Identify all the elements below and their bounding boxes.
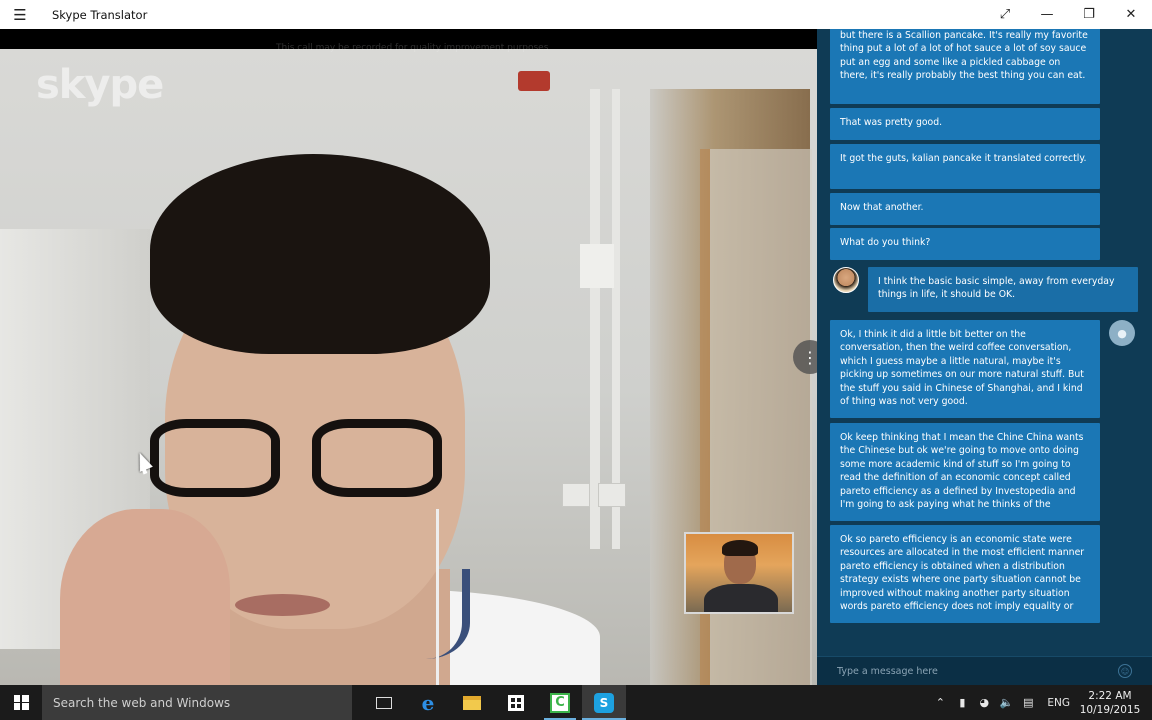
windows-taskbar: e C S ⌃ ▮ ◕ 🔈 ▤ ENG 2:22 AM 10/19/2015 — [0, 685, 1152, 720]
message-bubble-incoming: It got the guts, kalian pancake it trans… — [830, 144, 1100, 189]
volume-icon[interactable]: 🔈 — [995, 685, 1017, 720]
background-alarm — [518, 71, 550, 91]
start-button[interactable] — [0, 685, 42, 720]
caller-mouth — [235, 594, 330, 616]
hamburger-menu-icon[interactable]: ☰ — [0, 0, 40, 29]
glasses-lens-left — [150, 419, 280, 497]
message-bubble-incoming: Ok keep thinking that I mean the Chine C… — [830, 423, 1100, 521]
message-input[interactable] — [837, 665, 1097, 677]
self-view-hair — [722, 540, 758, 556]
taskbar-search-box[interactable] — [42, 685, 352, 720]
clock-time: 2:22 AM — [1088, 689, 1132, 702]
caller-hand — [60, 509, 230, 685]
close-button[interactable]: ✕ — [1110, 0, 1152, 29]
minimize-button[interactable]: — — [1026, 0, 1068, 29]
task-view-button[interactable] — [362, 685, 406, 720]
background-outlet — [562, 483, 590, 507]
input-language[interactable]: ENG — [1047, 697, 1070, 709]
minimize-icon: — — [1040, 7, 1054, 22]
self-view-body — [704, 584, 778, 612]
message-bubble-incoming: Ok so pareto efficiency is an economic s… — [830, 525, 1100, 623]
remote-video[interactable]: This call may be recorded for quality im… — [0, 29, 817, 685]
translator-chat-panel: but there is a Scallion pancake. It's re… — [817, 29, 1152, 685]
message-list[interactable]: but there is a Scallion pancake. It's re… — [817, 29, 1152, 649]
taskbar-store[interactable] — [494, 685, 538, 720]
store-icon — [508, 694, 524, 711]
wifi-icon[interactable]: ◕ — [973, 685, 995, 720]
self-view-video[interactable] — [684, 532, 794, 614]
skype-watermark: skype — [36, 62, 164, 108]
restore-button[interactable]: ❐ — [1068, 0, 1110, 29]
contact-avatar-icon[interactable]: ● — [1109, 320, 1135, 346]
camtasia-icon: C — [550, 692, 570, 713]
restore-icon: ❐ — [1083, 7, 1095, 22]
taskbar-skype[interactable]: S — [582, 685, 626, 720]
message-bubble-incoming: but there is a Scallion pancake. It's re… — [830, 29, 1100, 104]
message-bubble-incoming: That was pretty good. — [830, 108, 1100, 140]
background-junction-box — [580, 244, 614, 288]
emoticon-icon[interactable]: ☺ — [1118, 664, 1132, 678]
glasses-lens-right — [312, 419, 442, 497]
caller-glasses — [140, 419, 450, 501]
caller-collar — [360, 569, 470, 659]
more-vertical-icon: ⋮ — [802, 347, 818, 367]
windows-logo-icon — [13, 695, 29, 710]
file-explorer-icon — [463, 695, 481, 710]
message-bubble-incoming: What do you think? — [830, 228, 1100, 260]
taskbar-search-input[interactable] — [53, 695, 343, 710]
close-icon: ✕ — [1125, 7, 1137, 22]
background-outlet — [598, 483, 626, 507]
fullscreen-button[interactable]: ⤢ — [984, 0, 1026, 29]
taskbar-file-explorer[interactable] — [450, 685, 494, 720]
background-pipe — [590, 89, 600, 549]
action-center-icon[interactable]: ▤ — [1017, 685, 1039, 720]
taskbar-edge[interactable]: e — [406, 685, 450, 720]
taskbar-clock[interactable]: 2:22 AM 10/19/2015 — [1078, 689, 1142, 717]
fullscreen-icon: ⤢ — [999, 7, 1011, 22]
task-view-icon — [376, 696, 392, 709]
edge-icon: e — [421, 690, 435, 715]
caller-earphone — [436, 509, 444, 685]
system-tray: ⌃ ▮ ◕ 🔈 ▤ ENG 2:22 AM 10/19/2015 — [929, 685, 1152, 720]
caller-hair — [150, 154, 490, 354]
message-input-bar: ☺ — [817, 656, 1152, 685]
taskbar-camtasia[interactable]: C — [538, 685, 582, 720]
skype-icon: S — [594, 692, 614, 713]
message-bubble-incoming: Now that another. — [830, 193, 1100, 225]
show-hidden-icons-chevron-up-icon[interactable]: ⌃ — [929, 685, 951, 720]
window-title: Skype Translator — [52, 7, 148, 22]
my-avatar[interactable] — [833, 267, 859, 293]
message-bubble-outgoing: I think the basic basic simple, away fro… — [868, 267, 1138, 312]
background-pipe — [612, 89, 620, 549]
clock-date: 10/19/2015 — [1079, 703, 1141, 716]
title-bar: ☰ Skype Translator ⤢ — ❐ ✕ — [0, 0, 1152, 29]
battery-icon[interactable]: ▮ — [951, 685, 973, 720]
window-controls: ⤢ — ❐ ✕ — [984, 0, 1152, 29]
recording-notice: This call may be recorded for quality im… — [276, 43, 549, 53]
message-bubble-incoming: Ok, I think it did a little bit better o… — [830, 320, 1100, 418]
